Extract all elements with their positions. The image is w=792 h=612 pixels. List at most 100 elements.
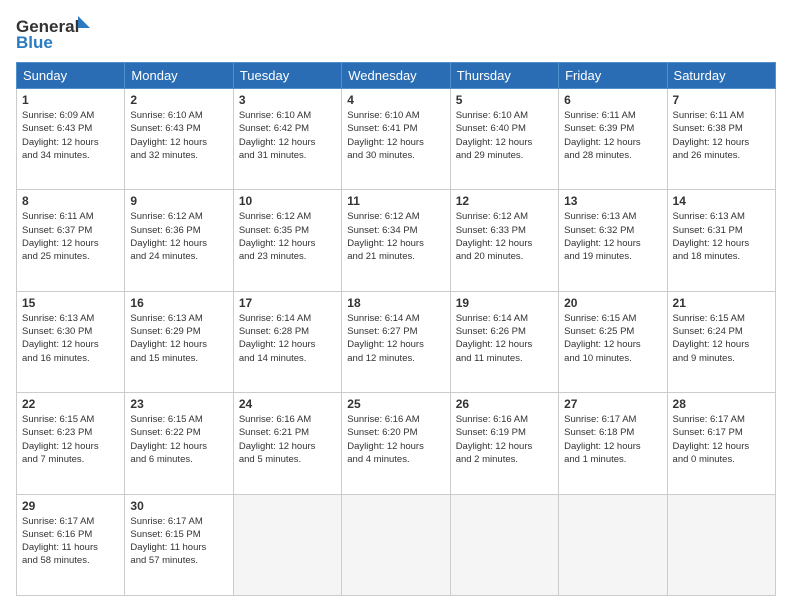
day-cell-17: 17 Sunrise: 6:14 AM Sunset: 6:28 PM Dayl… bbox=[233, 291, 341, 392]
day-cell-13: 13 Sunrise: 6:13 AM Sunset: 6:32 PM Dayl… bbox=[559, 190, 667, 291]
day-cell-10: 10 Sunrise: 6:12 AM Sunset: 6:35 PM Dayl… bbox=[233, 190, 341, 291]
day-cell-15: 15 Sunrise: 6:13 AM Sunset: 6:30 PM Dayl… bbox=[17, 291, 125, 392]
day-number: 19 bbox=[456, 296, 553, 310]
day-info: Sunrise: 6:16 AM Sunset: 6:21 PM Dayligh… bbox=[239, 413, 336, 466]
week-row-2: 8 Sunrise: 6:11 AM Sunset: 6:37 PM Dayli… bbox=[17, 190, 776, 291]
day-number: 9 bbox=[130, 194, 227, 208]
day-info: Sunrise: 6:15 AM Sunset: 6:24 PM Dayligh… bbox=[673, 312, 770, 365]
weekday-header-tuesday: Tuesday bbox=[233, 63, 341, 89]
day-number: 6 bbox=[564, 93, 661, 107]
day-cell-7: 7 Sunrise: 6:11 AM Sunset: 6:38 PM Dayli… bbox=[667, 89, 775, 190]
week-row-5: 29 Sunrise: 6:17 AM Sunset: 6:16 PM Dayl… bbox=[17, 494, 776, 595]
day-number: 1 bbox=[22, 93, 119, 107]
day-cell-14: 14 Sunrise: 6:13 AM Sunset: 6:31 PM Dayl… bbox=[667, 190, 775, 291]
day-number: 23 bbox=[130, 397, 227, 411]
day-info: Sunrise: 6:14 AM Sunset: 6:28 PM Dayligh… bbox=[239, 312, 336, 365]
day-number: 24 bbox=[239, 397, 336, 411]
day-cell-27: 27 Sunrise: 6:17 AM Sunset: 6:18 PM Dayl… bbox=[559, 393, 667, 494]
day-cell-22: 22 Sunrise: 6:15 AM Sunset: 6:23 PM Dayl… bbox=[17, 393, 125, 494]
day-number: 8 bbox=[22, 194, 119, 208]
day-info: Sunrise: 6:10 AM Sunset: 6:41 PM Dayligh… bbox=[347, 109, 444, 162]
weekday-header-friday: Friday bbox=[559, 63, 667, 89]
logo-svg: GeneralBlue bbox=[16, 16, 96, 52]
weekday-header-row: SundayMondayTuesdayWednesdayThursdayFrid… bbox=[17, 63, 776, 89]
day-info: Sunrise: 6:13 AM Sunset: 6:32 PM Dayligh… bbox=[564, 210, 661, 263]
day-cell-19: 19 Sunrise: 6:14 AM Sunset: 6:26 PM Dayl… bbox=[450, 291, 558, 392]
day-number: 26 bbox=[456, 397, 553, 411]
day-info: Sunrise: 6:14 AM Sunset: 6:26 PM Dayligh… bbox=[456, 312, 553, 365]
day-cell-2: 2 Sunrise: 6:10 AM Sunset: 6:43 PM Dayli… bbox=[125, 89, 233, 190]
day-info: Sunrise: 6:17 AM Sunset: 6:18 PM Dayligh… bbox=[564, 413, 661, 466]
day-info: Sunrise: 6:11 AM Sunset: 6:39 PM Dayligh… bbox=[564, 109, 661, 162]
day-info: Sunrise: 6:12 AM Sunset: 6:34 PM Dayligh… bbox=[347, 210, 444, 263]
day-number: 17 bbox=[239, 296, 336, 310]
day-number: 15 bbox=[22, 296, 119, 310]
day-info: Sunrise: 6:13 AM Sunset: 6:31 PM Dayligh… bbox=[673, 210, 770, 263]
day-cell-6: 6 Sunrise: 6:11 AM Sunset: 6:39 PM Dayli… bbox=[559, 89, 667, 190]
logo: GeneralBlue bbox=[16, 16, 96, 52]
day-number: 3 bbox=[239, 93, 336, 107]
day-cell-21: 21 Sunrise: 6:15 AM Sunset: 6:24 PM Dayl… bbox=[667, 291, 775, 392]
day-info: Sunrise: 6:16 AM Sunset: 6:20 PM Dayligh… bbox=[347, 413, 444, 466]
day-number: 27 bbox=[564, 397, 661, 411]
week-row-3: 15 Sunrise: 6:13 AM Sunset: 6:30 PM Dayl… bbox=[17, 291, 776, 392]
svg-text:Blue: Blue bbox=[16, 33, 53, 52]
day-info: Sunrise: 6:13 AM Sunset: 6:29 PM Dayligh… bbox=[130, 312, 227, 365]
day-cell-16: 16 Sunrise: 6:13 AM Sunset: 6:29 PM Dayl… bbox=[125, 291, 233, 392]
day-number: 20 bbox=[564, 296, 661, 310]
weekday-header-saturday: Saturday bbox=[667, 63, 775, 89]
day-cell-12: 12 Sunrise: 6:12 AM Sunset: 6:33 PM Dayl… bbox=[450, 190, 558, 291]
day-info: Sunrise: 6:09 AM Sunset: 6:43 PM Dayligh… bbox=[22, 109, 119, 162]
header: GeneralBlue bbox=[16, 16, 776, 52]
day-number: 5 bbox=[456, 93, 553, 107]
day-info: Sunrise: 6:14 AM Sunset: 6:27 PM Dayligh… bbox=[347, 312, 444, 365]
day-cell-3: 3 Sunrise: 6:10 AM Sunset: 6:42 PM Dayli… bbox=[233, 89, 341, 190]
day-info: Sunrise: 6:10 AM Sunset: 6:42 PM Dayligh… bbox=[239, 109, 336, 162]
day-number: 21 bbox=[673, 296, 770, 310]
day-cell-23: 23 Sunrise: 6:15 AM Sunset: 6:22 PM Dayl… bbox=[125, 393, 233, 494]
day-number: 18 bbox=[347, 296, 444, 310]
calendar-table: SundayMondayTuesdayWednesdayThursdayFrid… bbox=[16, 62, 776, 596]
day-number: 16 bbox=[130, 296, 227, 310]
weekday-header-sunday: Sunday bbox=[17, 63, 125, 89]
day-info: Sunrise: 6:12 AM Sunset: 6:36 PM Dayligh… bbox=[130, 210, 227, 263]
day-info: Sunrise: 6:11 AM Sunset: 6:38 PM Dayligh… bbox=[673, 109, 770, 162]
day-cell-26: 26 Sunrise: 6:16 AM Sunset: 6:19 PM Dayl… bbox=[450, 393, 558, 494]
day-info: Sunrise: 6:12 AM Sunset: 6:35 PM Dayligh… bbox=[239, 210, 336, 263]
weekday-header-thursday: Thursday bbox=[450, 63, 558, 89]
day-number: 29 bbox=[22, 499, 119, 513]
day-number: 10 bbox=[239, 194, 336, 208]
day-info: Sunrise: 6:11 AM Sunset: 6:37 PM Dayligh… bbox=[22, 210, 119, 263]
day-cell-25: 25 Sunrise: 6:16 AM Sunset: 6:20 PM Dayl… bbox=[342, 393, 450, 494]
day-info: Sunrise: 6:10 AM Sunset: 6:43 PM Dayligh… bbox=[130, 109, 227, 162]
day-cell-1: 1 Sunrise: 6:09 AM Sunset: 6:43 PM Dayli… bbox=[17, 89, 125, 190]
day-number: 28 bbox=[673, 397, 770, 411]
day-info: Sunrise: 6:17 AM Sunset: 6:15 PM Dayligh… bbox=[130, 515, 227, 568]
day-cell-8: 8 Sunrise: 6:11 AM Sunset: 6:37 PM Dayli… bbox=[17, 190, 125, 291]
empty-cell bbox=[342, 494, 450, 595]
day-number: 14 bbox=[673, 194, 770, 208]
week-row-4: 22 Sunrise: 6:15 AM Sunset: 6:23 PM Dayl… bbox=[17, 393, 776, 494]
empty-cell bbox=[233, 494, 341, 595]
day-number: 12 bbox=[456, 194, 553, 208]
day-cell-5: 5 Sunrise: 6:10 AM Sunset: 6:40 PM Dayli… bbox=[450, 89, 558, 190]
day-number: 2 bbox=[130, 93, 227, 107]
day-number: 11 bbox=[347, 194, 444, 208]
weekday-header-monday: Monday bbox=[125, 63, 233, 89]
day-cell-30: 30 Sunrise: 6:17 AM Sunset: 6:15 PM Dayl… bbox=[125, 494, 233, 595]
day-info: Sunrise: 6:16 AM Sunset: 6:19 PM Dayligh… bbox=[456, 413, 553, 466]
week-row-1: 1 Sunrise: 6:09 AM Sunset: 6:43 PM Dayli… bbox=[17, 89, 776, 190]
day-number: 30 bbox=[130, 499, 227, 513]
day-info: Sunrise: 6:17 AM Sunset: 6:17 PM Dayligh… bbox=[673, 413, 770, 466]
weekday-header-wednesday: Wednesday bbox=[342, 63, 450, 89]
day-number: 22 bbox=[22, 397, 119, 411]
day-info: Sunrise: 6:17 AM Sunset: 6:16 PM Dayligh… bbox=[22, 515, 119, 568]
day-cell-18: 18 Sunrise: 6:14 AM Sunset: 6:27 PM Dayl… bbox=[342, 291, 450, 392]
day-number: 7 bbox=[673, 93, 770, 107]
empty-cell bbox=[559, 494, 667, 595]
day-info: Sunrise: 6:13 AM Sunset: 6:30 PM Dayligh… bbox=[22, 312, 119, 365]
day-cell-20: 20 Sunrise: 6:15 AM Sunset: 6:25 PM Dayl… bbox=[559, 291, 667, 392]
page: GeneralBlue SundayMondayTuesdayWednesday… bbox=[0, 0, 792, 612]
day-info: Sunrise: 6:10 AM Sunset: 6:40 PM Dayligh… bbox=[456, 109, 553, 162]
day-number: 4 bbox=[347, 93, 444, 107]
